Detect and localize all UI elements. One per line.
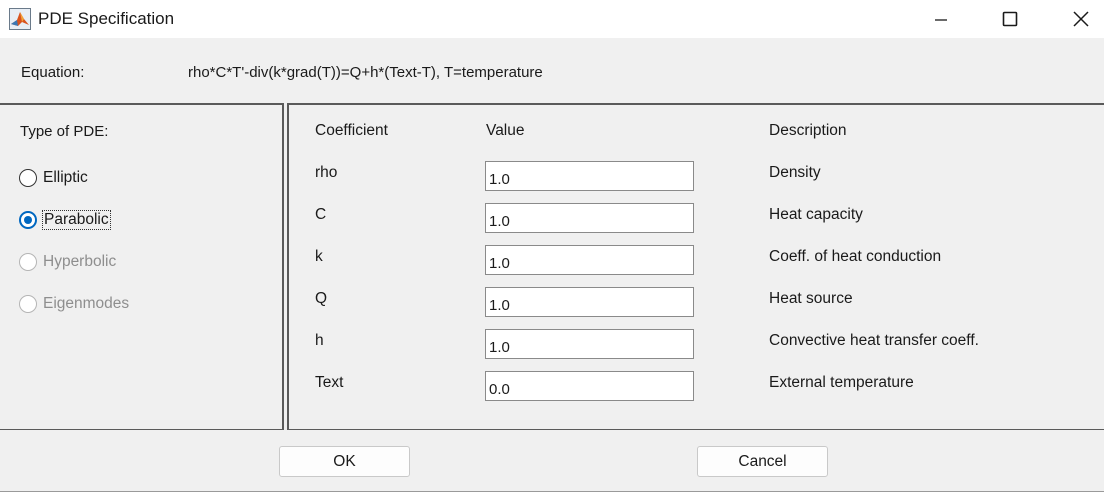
title-bar: PDE Specification bbox=[0, 0, 1104, 38]
radio-elliptic[interactable]: Elliptic bbox=[19, 169, 88, 187]
coef-name-q: Q bbox=[315, 290, 328, 307]
radio-eigenmodes: Eigenmodes bbox=[19, 295, 129, 313]
equation-text: rho*C*T'-div(k*grad(T))=Q+h*(Text-T), T=… bbox=[188, 64, 543, 81]
window-title: PDE Specification bbox=[38, 9, 175, 28]
header-value: Value bbox=[486, 122, 525, 139]
radio-parabolic[interactable]: Parabolic bbox=[19, 210, 111, 230]
coef-input-rho[interactable] bbox=[485, 161, 694, 191]
coef-desc-k: Coeff. of heat conduction bbox=[769, 248, 942, 265]
coef-input-c[interactable] bbox=[485, 203, 694, 233]
coef-input-text[interactable] bbox=[485, 371, 694, 401]
pde-type-panel: Type of PDE: Elliptic Parabolic Hyperbol… bbox=[0, 103, 284, 430]
coef-input-q[interactable] bbox=[485, 287, 694, 317]
radio-label-elliptic: Elliptic bbox=[43, 169, 88, 186]
radio-button-disabled bbox=[19, 295, 37, 313]
radio-label-hyperbolic: Hyperbolic bbox=[43, 253, 117, 270]
radio-hyperbolic: Hyperbolic bbox=[19, 253, 116, 271]
coef-desc-c: Heat capacity bbox=[769, 206, 863, 223]
matlab-icon bbox=[9, 8, 31, 30]
coef-desc-rho: Density bbox=[769, 164, 821, 181]
coef-name-k: k bbox=[315, 248, 323, 265]
coef-name-rho: rho bbox=[315, 164, 338, 181]
pde-type-label: Type of PDE: bbox=[20, 123, 109, 140]
coefficient-panel: Coefficient Value Description rho Densit… bbox=[287, 103, 1104, 430]
close-icon bbox=[1073, 11, 1089, 27]
radio-button-selected[interactable] bbox=[19, 211, 37, 229]
coef-name-text: Text bbox=[315, 374, 344, 391]
radio-label-eigenmodes: Eigenmodes bbox=[43, 295, 130, 312]
minimize-icon bbox=[935, 19, 947, 21]
coef-name-h: h bbox=[315, 332, 324, 349]
header-description: Description bbox=[769, 122, 847, 139]
ok-button[interactable]: OK bbox=[279, 446, 410, 477]
coef-desc-q: Heat source bbox=[769, 290, 853, 307]
coef-input-k[interactable] bbox=[485, 245, 694, 275]
coef-desc-h: Convective heat transfer coeff. bbox=[769, 332, 979, 349]
close-button[interactable] bbox=[1058, 0, 1104, 38]
radio-label-parabolic: Parabolic bbox=[42, 210, 111, 230]
coef-name-c: C bbox=[315, 206, 327, 223]
header-coefficient: Coefficient bbox=[315, 122, 388, 139]
equation-row: Equation: rho*C*T'-div(k*grad(T))=Q+h*(T… bbox=[0, 39, 1104, 102]
coef-desc-text: External temperature bbox=[769, 374, 914, 391]
minimize-button[interactable] bbox=[918, 0, 964, 38]
maximize-icon bbox=[1002, 11, 1018, 27]
coef-input-h[interactable] bbox=[485, 329, 694, 359]
radio-button-disabled bbox=[19, 253, 37, 271]
maximize-button[interactable] bbox=[987, 0, 1033, 38]
radio-button[interactable] bbox=[19, 169, 37, 187]
equation-label: Equation: bbox=[21, 64, 85, 81]
cancel-button[interactable]: Cancel bbox=[697, 446, 828, 477]
